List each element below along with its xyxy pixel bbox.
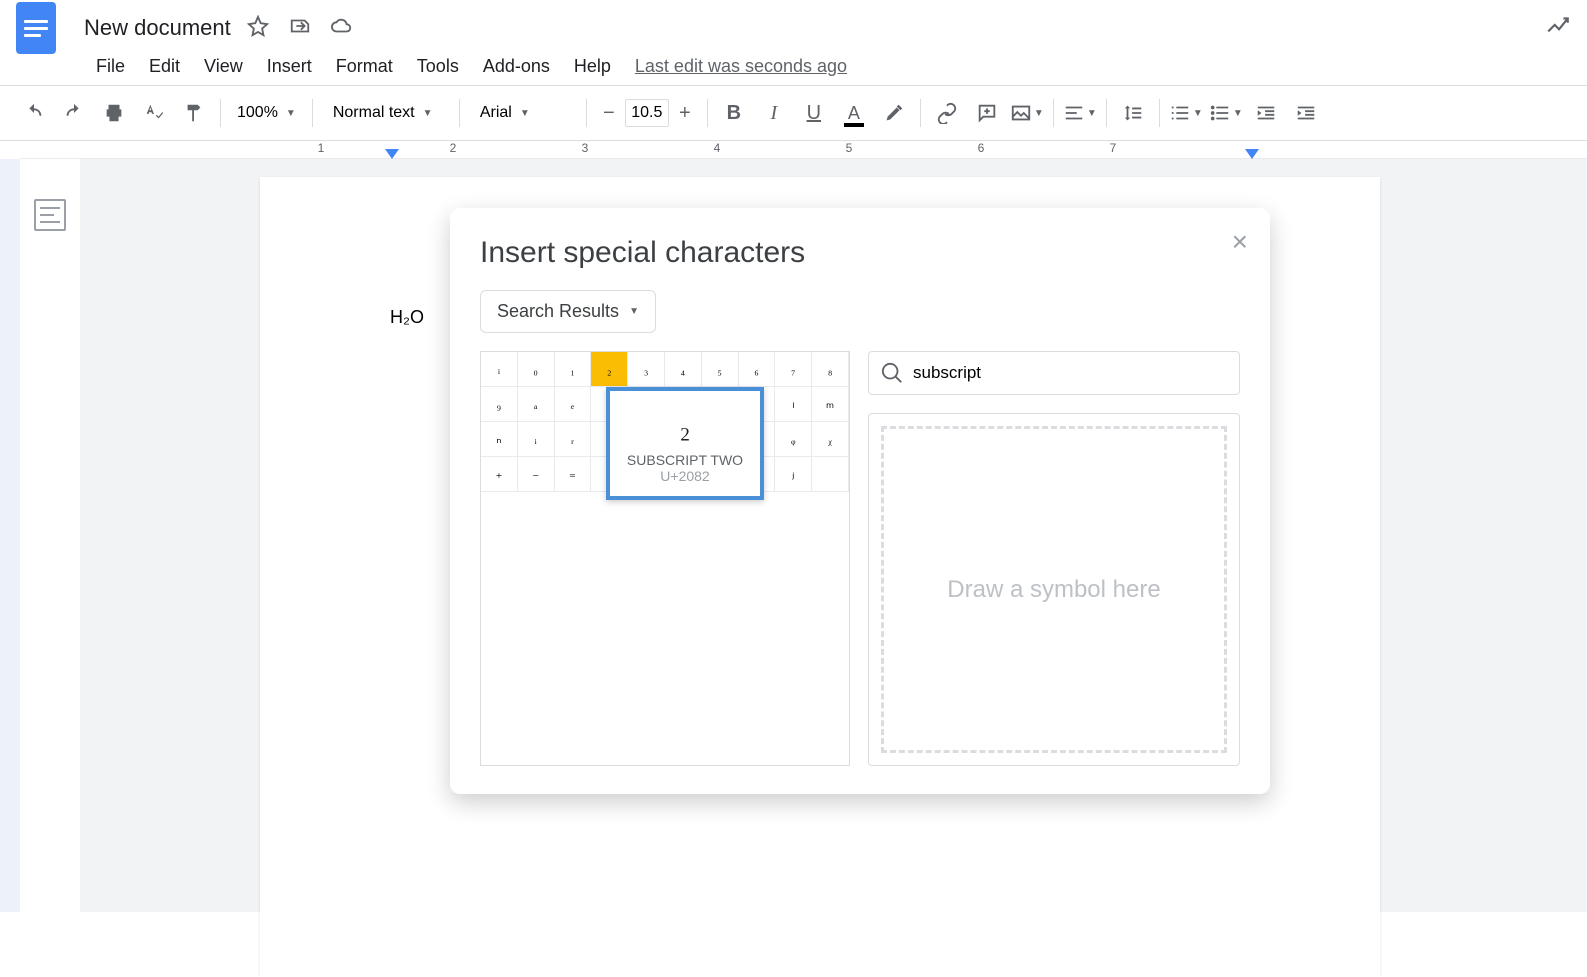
numbered-list-button[interactable]: ▼ bbox=[1168, 95, 1204, 131]
insert-image-button[interactable]: ▼ bbox=[1009, 95, 1045, 131]
menu-bar: File Edit View Insert Format Tools Add-o… bbox=[0, 48, 1587, 85]
character-cell[interactable]: ₊ bbox=[481, 457, 518, 492]
font-select[interactable]: Arial▼ bbox=[468, 104, 578, 122]
add-comment-button[interactable] bbox=[969, 95, 1005, 131]
spellcheck-button[interactable] bbox=[136, 95, 172, 131]
menu-addons[interactable]: Add-ons bbox=[483, 56, 550, 77]
character-cell[interactable]: ₘ bbox=[812, 387, 849, 422]
special-characters-dialog: × Insert special characters Search Resul… bbox=[450, 208, 1270, 794]
toolbar: 100%▼ Normal text▼ Arial▼ − + B I U A ▼ … bbox=[0, 85, 1587, 141]
character-cell[interactable]: ₑ bbox=[555, 387, 592, 422]
cloud-status-icon[interactable] bbox=[331, 15, 353, 42]
character-cell[interactable] bbox=[812, 457, 849, 492]
menu-edit[interactable]: Edit bbox=[149, 56, 180, 77]
increase-font-size-button[interactable]: + bbox=[671, 97, 699, 129]
move-icon[interactable] bbox=[289, 15, 311, 42]
insert-link-button[interactable] bbox=[929, 95, 965, 131]
character-cell[interactable]: ₀ bbox=[518, 352, 555, 387]
activity-icon[interactable] bbox=[1545, 13, 1571, 44]
increase-indent-button[interactable] bbox=[1288, 95, 1324, 131]
character-cell[interactable]: ₆ bbox=[739, 352, 776, 387]
character-cell[interactable]: ᵢ bbox=[481, 352, 518, 387]
character-cell[interactable]: ₈ bbox=[812, 352, 849, 387]
menu-tools[interactable]: Tools bbox=[417, 56, 459, 77]
decrease-indent-button[interactable] bbox=[1248, 95, 1284, 131]
paint-format-button[interactable] bbox=[176, 95, 212, 131]
print-button[interactable] bbox=[96, 95, 132, 131]
close-button[interactable]: × bbox=[1232, 226, 1248, 258]
character-cell[interactable]: ₅ bbox=[702, 352, 739, 387]
vertical-ruler[interactable] bbox=[0, 159, 20, 912]
character-cell[interactable]: ₄ bbox=[665, 352, 702, 387]
undo-button[interactable] bbox=[16, 95, 52, 131]
document-content[interactable]: H₂O bbox=[390, 307, 424, 327]
zoom-select[interactable]: 100%▼ bbox=[229, 104, 304, 122]
character-cell[interactable]: ₃ bbox=[628, 352, 665, 387]
character-cell[interactable]: ₙ bbox=[481, 422, 518, 457]
redo-button[interactable] bbox=[56, 95, 92, 131]
ruler-tick: 3 bbox=[519, 141, 651, 158]
tooltip-char: ₂ bbox=[616, 405, 754, 442]
dialog-title: Insert special characters bbox=[480, 236, 1240, 270]
decrease-font-size-button[interactable]: − bbox=[595, 97, 623, 129]
text-color-button[interactable]: A bbox=[836, 95, 872, 131]
character-grid: ᵢ₀₁₂₃₄₅₆₇₈₉ₐₑₒₓₔₕₖₗₘₙᵢᵣᵤᵥₓᵦᵧᵩᵪ₊₋₌₍₎⨧ᵤ⩽ⱼ … bbox=[480, 351, 850, 766]
character-cell[interactable]: ₂ bbox=[591, 352, 628, 387]
ruler-tick: 4 bbox=[651, 141, 783, 158]
indent-marker-left[interactable] bbox=[385, 149, 399, 159]
tooltip-code: U+2082 bbox=[616, 468, 754, 484]
tooltip-name: SUBSCRIPT TWO bbox=[616, 452, 754, 468]
menu-format[interactable]: Format bbox=[336, 56, 393, 77]
horizontal-ruler[interactable]: 1 2 3 4 5 6 7 bbox=[20, 141, 1587, 159]
draw-symbol-panel[interactable]: Draw a symbol here bbox=[868, 413, 1240, 766]
menu-help[interactable]: Help bbox=[574, 56, 611, 77]
category-dropdown[interactable]: Search Results▼ bbox=[480, 290, 656, 333]
show-outline-button[interactable] bbox=[34, 199, 66, 231]
menu-view[interactable]: View bbox=[204, 56, 243, 77]
star-icon[interactable] bbox=[247, 15, 269, 42]
bold-button[interactable]: B bbox=[716, 95, 752, 131]
character-cell[interactable]: ₁ bbox=[555, 352, 592, 387]
character-tooltip: ₂ SUBSCRIPT TWO U+2082 bbox=[606, 387, 764, 500]
underline-button[interactable]: U bbox=[796, 95, 832, 131]
character-cell[interactable]: ᵢ bbox=[518, 422, 555, 457]
character-cell[interactable]: ₗ bbox=[775, 387, 812, 422]
character-cell[interactable]: ₉ bbox=[481, 387, 518, 422]
title-bar: New document bbox=[0, 0, 1587, 48]
menu-insert[interactable]: Insert bbox=[267, 56, 312, 77]
search-icon bbox=[881, 362, 903, 384]
character-cell[interactable]: ₐ bbox=[518, 387, 555, 422]
highlight-button[interactable] bbox=[876, 95, 912, 131]
document-title[interactable]: New document bbox=[84, 15, 231, 41]
character-cell[interactable]: ᵪ bbox=[812, 422, 849, 457]
ruler-tick: 6 bbox=[915, 141, 1047, 158]
character-cell[interactable]: ₌ bbox=[555, 457, 592, 492]
character-cell[interactable]: ₋ bbox=[518, 457, 555, 492]
font-size-input[interactable] bbox=[625, 99, 669, 127]
character-cell[interactable]: ₇ bbox=[775, 352, 812, 387]
draw-symbol-placeholder: Draw a symbol here bbox=[881, 426, 1227, 753]
docs-logo[interactable] bbox=[16, 2, 56, 54]
paragraph-style-select[interactable]: Normal text▼ bbox=[321, 104, 451, 122]
menu-file[interactable]: File bbox=[96, 56, 125, 77]
italic-button[interactable]: I bbox=[756, 95, 792, 131]
ruler-tick: 1 bbox=[255, 141, 387, 158]
character-cell[interactable]: ᵩ bbox=[775, 422, 812, 457]
character-cell[interactable]: ⱼ bbox=[775, 457, 812, 492]
line-spacing-button[interactable] bbox=[1115, 95, 1151, 131]
character-search-input[interactable] bbox=[913, 363, 1227, 383]
ruler-tick: 2 bbox=[387, 141, 519, 158]
ruler-tick: 7 bbox=[1047, 141, 1179, 158]
indent-marker-right[interactable] bbox=[1245, 149, 1259, 159]
align-button[interactable]: ▼ bbox=[1062, 95, 1098, 131]
character-search-box[interactable] bbox=[868, 351, 1240, 395]
character-cell[interactable]: ᵣ bbox=[555, 422, 592, 457]
bulleted-list-button[interactable]: ▼ bbox=[1208, 95, 1244, 131]
ruler-tick: 5 bbox=[783, 141, 915, 158]
last-edit-link[interactable]: Last edit was seconds ago bbox=[635, 56, 847, 77]
